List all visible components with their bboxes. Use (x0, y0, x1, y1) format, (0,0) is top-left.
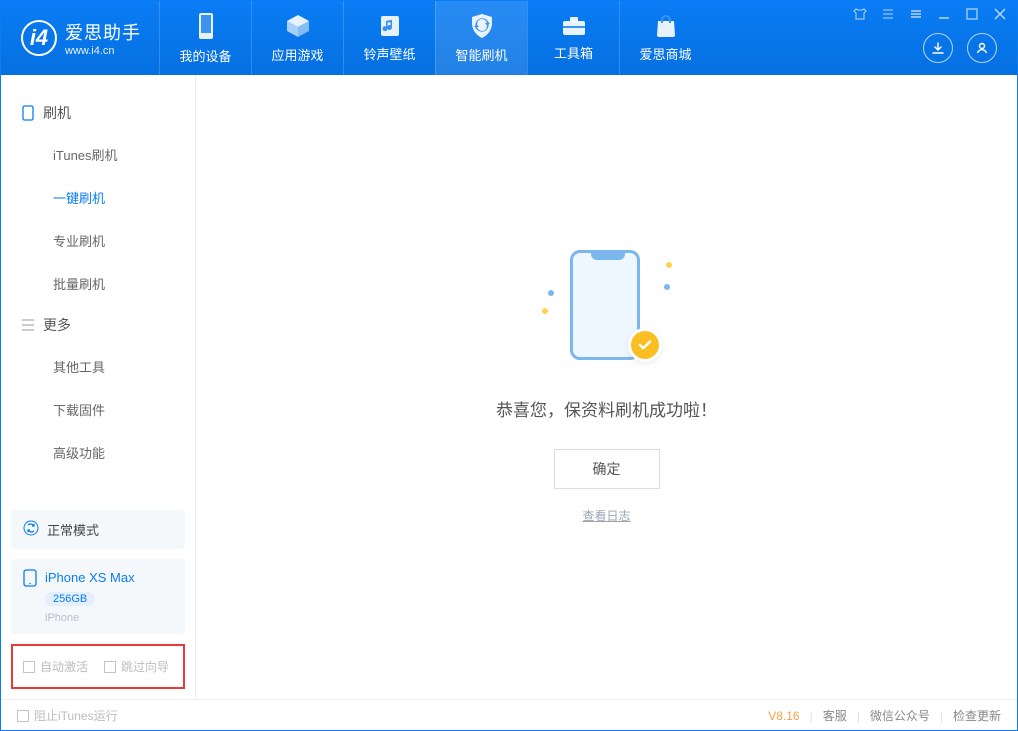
toolbox-icon (561, 15, 587, 37)
logo-text: 爱思助手 www.i4.cn (65, 19, 141, 57)
status-bar: 阻止iTunes运行 V8.16 | 客服 | 微信公众号 | 检查更新 (1, 699, 1017, 731)
view-log-link[interactable]: 查看日志 (582, 507, 630, 524)
download-button[interactable] (923, 33, 953, 63)
nav-label: 工具箱 (554, 43, 593, 62)
checkbox-label: 自动激活 (40, 658, 88, 675)
window-controls (853, 7, 1007, 26)
sync-icon (23, 520, 39, 539)
nav-my-device[interactable]: 我的设备 (159, 1, 251, 75)
bag-icon (655, 14, 677, 38)
sidebar-item-pro-flash[interactable]: 专业刷机 (1, 219, 195, 262)
confirm-button[interactable]: 确定 (554, 449, 660, 489)
header-action-icons (923, 33, 997, 63)
phone-small-icon (23, 569, 37, 590)
checkbox-icon (23, 661, 35, 673)
sidebar-item-other-tools[interactable]: 其他工具 (1, 345, 195, 388)
maximize-button[interactable] (965, 7, 979, 26)
user-button[interactable] (967, 33, 997, 63)
device-capacity: 256GB (45, 592, 95, 606)
checkbox-block-itunes[interactable]: 阻止iTunes运行 (17, 707, 118, 724)
sidebar-item-onekey-flash[interactable]: 一键刷机 (1, 176, 195, 219)
nav-toolbox[interactable]: 工具箱 (527, 1, 619, 75)
minimize-button[interactable] (937, 7, 951, 26)
app-name: 爱思助手 (65, 19, 141, 45)
top-nav: 我的设备 应用游戏 铃声壁纸 智能刷机 工具箱 爱思商城 (159, 1, 711, 75)
success-message: 恭喜您，保资料刷机成功啦！ (496, 396, 717, 421)
nav-apps-games[interactable]: 应用游戏 (251, 1, 343, 75)
menu-icon[interactable] (909, 7, 923, 26)
nav-label: 爱思商城 (639, 44, 691, 63)
nav-smart-flash[interactable]: 智能刷机 (435, 1, 527, 75)
device-small-icon (21, 106, 35, 120)
music-note-icon (378, 14, 402, 38)
footer-link-wechat[interactable]: 微信公众号 (870, 707, 930, 724)
check-badge-icon (628, 328, 662, 362)
checkbox-label: 跳过向导 (121, 658, 169, 675)
logo-icon: i4 (21, 20, 57, 56)
logo[interactable]: i4 爱思助手 www.i4.cn (1, 19, 159, 57)
phone-icon (196, 12, 216, 40)
sidebar-item-batch-flash[interactable]: 批量刷机 (1, 262, 195, 305)
sidebar-item-advanced[interactable]: 高级功能 (1, 431, 195, 474)
checkbox-icon (17, 710, 29, 722)
nav-label: 智能刷机 (455, 45, 507, 64)
hamburger-icon (21, 318, 35, 332)
device-card[interactable]: iPhone XS Max 256GB iPhone (11, 559, 185, 634)
checkbox-skip-guide[interactable]: 跳过向导 (104, 658, 169, 675)
footer-link-update[interactable]: 检查更新 (953, 707, 1001, 724)
highlighted-options: 自动激活 跳过向导 (11, 644, 185, 689)
section-title: 更多 (43, 315, 71, 335)
header-bar: i4 爱思助手 www.i4.cn 我的设备 应用游戏 铃声壁纸 智能刷机 工具… (1, 1, 1017, 75)
footer-link-service[interactable]: 客服 (823, 707, 847, 724)
sidebar-item-download-firmware[interactable]: 下载固件 (1, 388, 195, 431)
close-button[interactable] (993, 7, 1007, 26)
list-icon[interactable] (881, 7, 895, 26)
shirt-icon[interactable] (853, 7, 867, 26)
shield-sync-icon (470, 13, 494, 39)
nav-label: 我的设备 (179, 46, 231, 65)
checkbox-label: 阻止iTunes运行 (34, 707, 118, 724)
section-title: 刷机 (43, 103, 71, 123)
nav-label: 铃声壁纸 (363, 44, 415, 63)
sidebar-item-itunes-flash[interactable]: iTunes刷机 (1, 133, 195, 176)
version-label: V8.16 (768, 709, 799, 723)
device-name: iPhone XS Max (45, 570, 135, 585)
sidebar: 刷机 iTunes刷机 一键刷机 专业刷机 批量刷机 更多 其他工具 下载固件 … (1, 75, 196, 699)
section-more-header[interactable]: 更多 (1, 305, 195, 345)
content-area: 恭喜您，保资料刷机成功啦！ 确定 查看日志 (196, 75, 1017, 699)
checkbox-auto-activate[interactable]: 自动激活 (23, 658, 88, 675)
mode-label: 正常模式 (47, 520, 99, 539)
cube-icon (285, 13, 311, 39)
device-type: iPhone (45, 612, 79, 624)
success-illustration (542, 250, 672, 370)
app-url: www.i4.cn (65, 45, 141, 57)
nav-label: 应用游戏 (271, 45, 323, 64)
section-flash-header[interactable]: 刷机 (1, 93, 195, 133)
main-body: 刷机 iTunes刷机 一键刷机 专业刷机 批量刷机 更多 其他工具 下载固件 … (1, 75, 1017, 699)
checkbox-icon (104, 661, 116, 673)
nav-ring-wallpaper[interactable]: 铃声壁纸 (343, 1, 435, 75)
mode-card[interactable]: 正常模式 (11, 510, 185, 549)
nav-store[interactable]: 爱思商城 (619, 1, 711, 75)
